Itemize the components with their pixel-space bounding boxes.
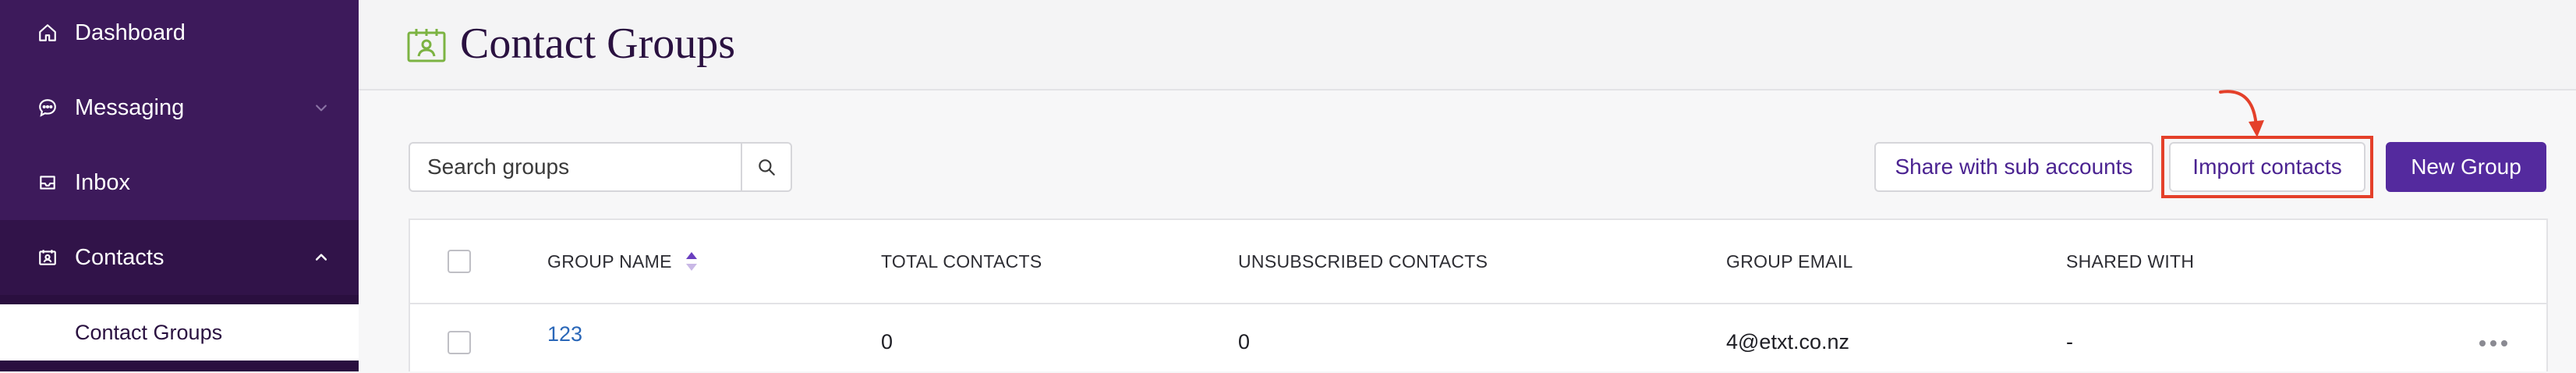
column-header-total-contacts[interactable]: TOTAL CONTACTS	[881, 220, 1042, 303]
search-button[interactable]	[741, 144, 791, 190]
table-row: 123 0 0 4@etxt.co.nz -	[410, 304, 2546, 373]
sort-icon[interactable]	[685, 250, 699, 272]
home-icon	[36, 21, 59, 44]
sidebar-item-label: Messaging	[75, 94, 185, 120]
sidebar-item-inbox[interactable]: Inbox	[0, 145, 359, 220]
group-name-link[interactable]: 123	[547, 312, 582, 356]
contact-group-calendar-icon	[407, 29, 446, 62]
column-header-group-name[interactable]: GROUP NAME	[547, 220, 699, 303]
inbox-icon	[36, 171, 59, 194]
new-group-button[interactable]: New Group	[2386, 142, 2546, 192]
sidebar-subnav: Contact Groups	[0, 295, 359, 371]
sidebar-subitem-contact-groups[interactable]: Contact Groups	[0, 304, 359, 361]
column-header-label: GROUP NAME	[547, 250, 672, 272]
sidebar-item-label: Dashboard	[75, 20, 186, 45]
unsubscribed-contacts-cell: 0	[1238, 330, 1251, 353]
column-header-shared-with[interactable]: SHARED WITH	[2066, 220, 2194, 303]
sidebar-subitem-label: Contact Groups	[75, 320, 223, 344]
more-options-icon[interactable]	[2479, 339, 2507, 348]
annotation-arrow-icon	[2219, 90, 2264, 137]
total-contacts-cell: 0	[881, 330, 893, 353]
row-checkbox[interactable]	[448, 331, 471, 354]
page-header: Contact Groups	[359, 0, 2576, 91]
search-input[interactable]	[410, 144, 744, 190]
share-with-sub-accounts-button[interactable]: Share with sub accounts	[1874, 142, 2153, 192]
select-all-checkbox[interactable]	[448, 250, 471, 273]
table-header: GROUP NAME TOTAL CONTACTS UNSUBSCRIBED C…	[410, 220, 2546, 304]
main-content: Contact Groups Share with sub accounts I…	[359, 0, 2576, 371]
sidebar-item-contacts[interactable]: Contacts	[0, 220, 359, 295]
chevron-down-icon[interactable]	[312, 98, 331, 117]
sidebar-item-dashboard[interactable]: Dashboard	[0, 0, 359, 66]
column-header-unsubscribed-contacts[interactable]: UNSUBSCRIBED CONTACTS	[1238, 220, 1488, 303]
sidebar-item-label: Inbox	[75, 169, 130, 195]
shared-with-cell: -	[2066, 330, 2073, 353]
search-icon	[759, 159, 775, 176]
group-email-cell: 4@etxt.co.nz	[1726, 330, 1849, 353]
page-title: Contact Groups	[460, 20, 736, 68]
chat-bubble-icon	[36, 96, 59, 119]
highlight-annotation	[2161, 136, 2373, 198]
chevron-up-icon[interactable]	[312, 248, 331, 267]
sidebar: Dashboard Messaging Inbox Contacts Conta…	[0, 0, 359, 371]
groups-table: GROUP NAME TOTAL CONTACTS UNSUBSCRIBED C…	[409, 218, 2548, 371]
sidebar-item-messaging[interactable]: Messaging	[0, 70, 359, 145]
contacts-icon	[36, 246, 59, 269]
column-header-group-email[interactable]: GROUP EMAIL	[1726, 220, 1853, 303]
search-group	[409, 142, 792, 192]
sidebar-item-label: Contacts	[75, 244, 165, 270]
